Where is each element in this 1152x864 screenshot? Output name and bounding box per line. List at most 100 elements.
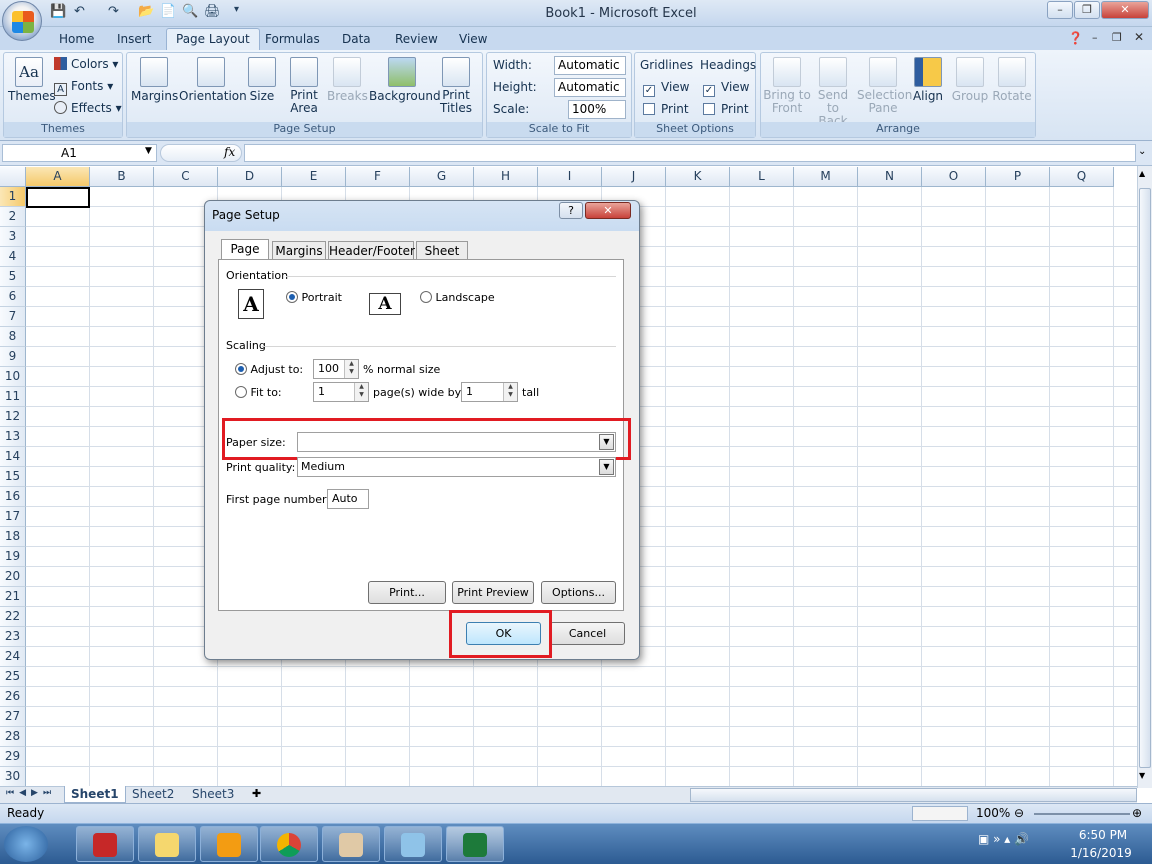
horizontal-scrollbar[interactable] [690, 788, 1137, 802]
row-header[interactable]: 2 [0, 207, 26, 227]
column-header[interactable]: Q [1050, 167, 1114, 187]
print-quality-dropdown[interactable]: Medium ▼ [297, 457, 616, 477]
row-header[interactable]: 19 [0, 547, 26, 567]
row-header[interactable]: 16 [0, 487, 26, 507]
ribbon-close-icon[interactable]: ✕ [1134, 30, 1144, 44]
cancel-button[interactable]: Cancel [550, 622, 625, 645]
print-button[interactable]: Print... [368, 581, 446, 604]
breaks-button[interactable]: Breaks [327, 57, 368, 103]
row-header[interactable]: 20 [0, 567, 26, 587]
expand-formula-bar-icon[interactable]: ⌄ [1138, 146, 1146, 157]
fonts-button[interactable]: A Fonts ▾ [54, 76, 113, 96]
column-header[interactable]: M [794, 167, 858, 187]
tab-home[interactable]: Home [50, 31, 103, 50]
row-header[interactable]: 24 [0, 647, 26, 667]
row-header[interactable]: 8 [0, 327, 26, 347]
row-header[interactable]: 5 [0, 267, 26, 287]
portrait-radio[interactable]: Portrait [286, 291, 342, 304]
column-header[interactable]: P [986, 167, 1050, 187]
dialog-close-button[interactable]: ✕ [585, 202, 631, 219]
column-header[interactable]: J [602, 167, 666, 187]
vertical-scrollbar[interactable]: ▲ ▼ [1137, 166, 1152, 788]
margins-button[interactable]: Margins [131, 57, 178, 103]
start-button[interactable] [4, 826, 48, 862]
active-cell-a1[interactable] [26, 187, 90, 208]
column-header[interactable]: H [474, 167, 538, 187]
ribbon-minimize-icon[interactable]: – [1092, 31, 1098, 44]
tab-page-layout[interactable]: Page Layout [166, 28, 260, 51]
taskbar-app-2[interactable] [138, 826, 196, 862]
ribbon-restore-icon[interactable]: ❐ [1112, 31, 1122, 44]
row-header[interactable]: 4 [0, 247, 26, 267]
sheet-tab-2[interactable]: Sheet2 [126, 786, 180, 803]
row-header[interactable]: 23 [0, 627, 26, 647]
zoom-in-icon[interactable]: ⊕ [1132, 804, 1142, 823]
row-header[interactable]: 9 [0, 347, 26, 367]
column-header[interactable]: I [538, 167, 602, 187]
column-header[interactable]: B [90, 167, 154, 187]
taskbar-app-3[interactable] [200, 826, 258, 862]
landscape-radio[interactable]: Landscape [420, 291, 495, 304]
effects-button[interactable]: Effects ▾ [54, 98, 122, 118]
adjust-to-spinner[interactable]: 100 ▲ ▼ [313, 359, 359, 379]
align-button[interactable]: Align [911, 57, 945, 103]
row-header[interactable]: 17 [0, 507, 26, 527]
gridlines-print-checkbox[interactable]: Print [643, 99, 689, 119]
taskbar-app-1[interactable] [76, 826, 134, 862]
taskbar-paint[interactable] [322, 826, 380, 862]
bring-to-front-button[interactable]: Bring to Front [763, 57, 811, 115]
send-to-back-button[interactable]: Send to Back [811, 57, 855, 128]
width-combo[interactable]: Automatic [554, 56, 626, 75]
row-header[interactable]: 1 [0, 187, 26, 207]
tab-page[interactable]: Page [221, 239, 269, 261]
column-header[interactable]: A [26, 167, 90, 187]
row-header[interactable]: 15 [0, 467, 26, 487]
row-header[interactable]: 12 [0, 407, 26, 427]
tab-formulas[interactable]: Formulas [256, 31, 329, 50]
selection-pane-button[interactable]: Selection Pane [857, 57, 912, 115]
sheet-tab-3[interactable]: Sheet3 [186, 786, 240, 803]
zoom-out-icon[interactable]: ⊖ [1014, 804, 1024, 823]
headings-view-checkbox[interactable]: ✓ View [703, 77, 749, 97]
column-header[interactable]: E [282, 167, 346, 187]
spinner-arrows-icon[interactable]: ▲ ▼ [503, 383, 517, 401]
name-box-dropdown-icon[interactable]: ▼ [145, 146, 152, 156]
column-header[interactable]: L [730, 167, 794, 187]
tab-margins[interactable]: Margins [272, 241, 326, 260]
size-button[interactable]: Size [247, 57, 277, 103]
print-titles-button[interactable]: Print Titles [439, 57, 473, 115]
tab-review[interactable]: Review [386, 31, 447, 50]
scroll-up-icon[interactable]: ▲ [1139, 169, 1145, 178]
formula-input[interactable] [244, 144, 1136, 162]
taskbar-notepad[interactable] [384, 826, 442, 862]
row-header[interactable]: 18 [0, 527, 26, 547]
row-header[interactable]: 22 [0, 607, 26, 627]
view-buttons[interactable] [912, 806, 968, 821]
column-header[interactable]: O [922, 167, 986, 187]
tab-insert[interactable]: Insert [108, 31, 160, 50]
select-all-button[interactable] [0, 167, 26, 187]
close-button[interactable]: ✕ [1101, 1, 1149, 19]
dropdown-arrow-icon[interactable]: ▼ [599, 459, 614, 475]
row-header[interactable]: 27 [0, 707, 26, 727]
taskbar-excel[interactable] [446, 826, 504, 862]
sheet-tab-1[interactable]: Sheet1 [64, 786, 126, 803]
dialog-help-button[interactable]: ? [559, 202, 583, 219]
scale-spinner[interactable]: 100% [568, 100, 626, 119]
minimize-button[interactable]: – [1047, 1, 1073, 19]
tray-icons[interactable]: ▣ » ▴ 🔊 [978, 832, 1029, 846]
group-button[interactable]: Group [949, 57, 991, 103]
column-header[interactable]: K [666, 167, 730, 187]
zoom-level[interactable]: 100% [976, 804, 1010, 823]
column-header[interactable]: D [218, 167, 282, 187]
fit-to-radio[interactable]: Fit to: [235, 386, 282, 399]
row-header[interactable]: 25 [0, 667, 26, 687]
zoom-slider[interactable] [1034, 813, 1130, 815]
row-header[interactable]: 6 [0, 287, 26, 307]
help-icon[interactable]: ❓ [1068, 31, 1083, 45]
row-header[interactable]: 21 [0, 587, 26, 607]
print-preview-button[interactable]: Print Preview [452, 581, 534, 604]
options-button[interactable]: Options... [541, 581, 616, 604]
row-header[interactable]: 10 [0, 367, 26, 387]
rotate-button[interactable]: Rotate [991, 57, 1033, 103]
